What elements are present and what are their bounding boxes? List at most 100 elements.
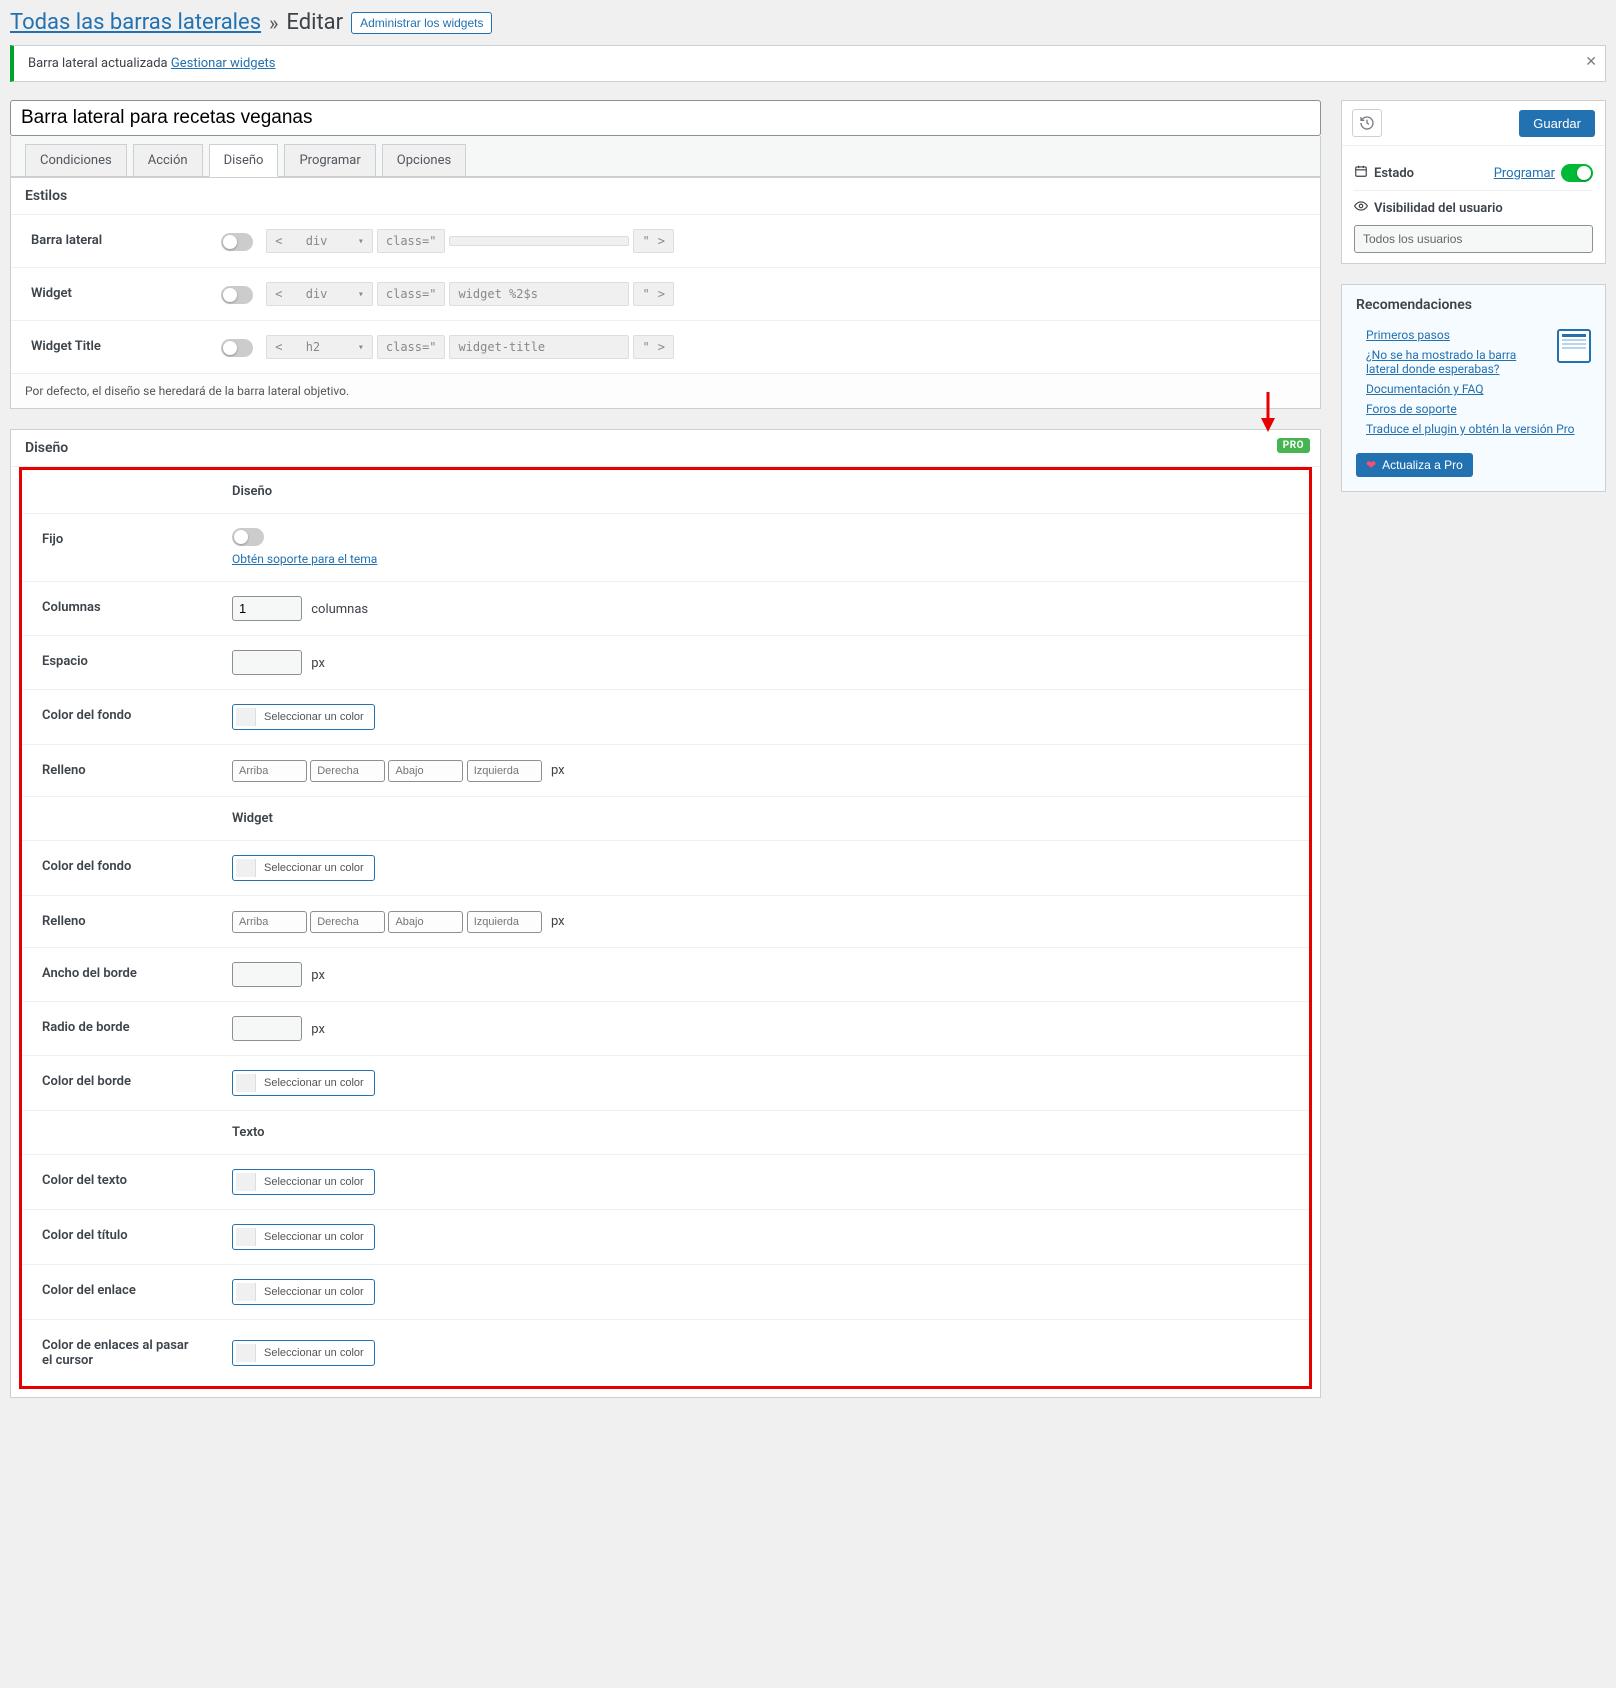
label-padding: Relleno <box>22 745 222 797</box>
columns-unit: columnas <box>311 602 368 617</box>
label-widget-padding: Relleno <box>22 896 222 948</box>
wpadding-bottom-input[interactable] <box>388 911 463 933</box>
label-link-hover-color: Color de enlaces al pasar el cursor <box>22 1320 222 1387</box>
pro-badge: PRO <box>1277 438 1310 453</box>
toggle-widget-title-style[interactable] <box>221 339 253 357</box>
styles-footer: Por defecto, el diseño se heredará de la… <box>11 373 1320 408</box>
bg-color-picker[interactable]: Seleccionar un color <box>232 704 375 730</box>
chevron-down-icon: ▾ <box>358 289 364 300</box>
label-title-color: Color del título <box>22 1210 222 1265</box>
label-link-color: Color del enlace <box>22 1265 222 1320</box>
tab-schedule[interactable]: Programar <box>284 144 375 176</box>
fixed-support-link[interactable]: Obtén soporte para el tema <box>232 552 377 566</box>
color-swatch-icon <box>236 859 256 877</box>
tab-action[interactable]: Acción <box>133 144 203 176</box>
widget-code: < div ▾ class=" widget %2$s "> <box>266 282 674 306</box>
history-icon[interactable] <box>1352 109 1382 137</box>
reco-first-steps[interactable]: Primeros pasos <box>1366 328 1450 342</box>
label-widget-bg: Color del fondo <box>22 841 222 896</box>
user-visibility-input[interactable] <box>1354 225 1593 253</box>
breadcrumb-sep: » <box>269 11 278 35</box>
label-border-radius: Radio de borde <box>22 1002 222 1056</box>
border-radius-input[interactable] <box>232 1016 302 1041</box>
toggle-fixed[interactable] <box>232 528 264 546</box>
styles-panel: Estilos Barra lateral < div ▾ class=" "> <box>10 178 1321 409</box>
widget-title-code: < h2 ▾ class=" widget-title "> <box>266 335 674 359</box>
close-icon[interactable]: ✕ <box>1585 54 1597 70</box>
upgrade-pro-button[interactable]: ❤ Actualiza a Pro <box>1356 453 1473 477</box>
padding-bottom-input[interactable] <box>388 760 463 782</box>
design-panel: Diseño PRO Diseño Fijo Obtén soporte par… <box>10 429 1321 1398</box>
padding-left-input[interactable] <box>467 760 542 782</box>
heart-icon: ❤ <box>1366 458 1376 472</box>
title-color-picker[interactable]: Seleccionar un color <box>232 1224 375 1250</box>
recommendations-box: Recomendaciones Primeros pasos ¿No se ha… <box>1341 284 1606 492</box>
breadcrumb-all-link[interactable]: Todas las barras laterales <box>10 10 261 35</box>
padding-top-input[interactable] <box>232 760 307 782</box>
manage-widgets-button[interactable]: Administrar los widgets <box>351 12 492 34</box>
reco-docs[interactable]: Documentación y FAQ <box>1366 382 1484 396</box>
breadcrumb: Todas las barras laterales » Editar Admi… <box>10 10 1606 35</box>
section-text: Texto <box>222 1111 1309 1155</box>
label-fixed: Fijo <box>22 514 222 582</box>
label-bg-color: Color del fondo <box>22 690 222 745</box>
columns-input[interactable] <box>232 596 302 621</box>
toggle-sidebar-style[interactable] <box>221 233 253 251</box>
wpadding-unit: px <box>551 914 565 929</box>
tab-design[interactable]: Diseño <box>209 144 279 177</box>
tab-options[interactable]: Opciones <box>382 144 466 176</box>
reco-title: Recomendaciones <box>1342 285 1605 325</box>
toggle-state[interactable] <box>1561 164 1593 182</box>
wpadding-top-input[interactable] <box>232 911 307 933</box>
save-button[interactable]: Guardar <box>1519 110 1595 137</box>
row-sidebar-label: Barra lateral <box>11 215 211 268</box>
label-spacing: Espacio <box>22 636 222 690</box>
wpadding-left-input[interactable] <box>467 911 542 933</box>
chevron-down-icon: ▾ <box>358 342 364 353</box>
link-hover-color-picker[interactable]: Seleccionar un color <box>232 1340 375 1366</box>
color-swatch-icon <box>236 1228 256 1246</box>
padding-unit: px <box>551 763 565 778</box>
row-widget-label: Widget <box>11 268 211 321</box>
color-swatch-icon <box>236 1283 256 1301</box>
spacing-input[interactable] <box>232 650 302 675</box>
publish-box: Guardar Estado Programar <box>1341 100 1606 264</box>
tab-conditions[interactable]: Condiciones <box>25 144 127 176</box>
reco-translate[interactable]: Traduce el plugin y obtén la versión Pro <box>1366 422 1575 436</box>
label-border-width: Ancho del borde <box>22 948 222 1002</box>
state-label: Estado <box>1374 166 1414 181</box>
label-text-color: Color del texto <box>22 1155 222 1210</box>
link-color-picker[interactable]: Seleccionar un color <box>232 1279 375 1305</box>
color-swatch-icon <box>236 1074 256 1092</box>
calendar-icon <box>1354 164 1368 182</box>
arrow-annotation-icon <box>1256 388 1280 432</box>
reco-forums[interactable]: Foros de soporte <box>1366 402 1457 416</box>
section-widget: Widget <box>222 797 1309 841</box>
text-color-picker[interactable]: Seleccionar un color <box>232 1169 375 1195</box>
notice-text: Barra lateral actualizada <box>28 56 171 71</box>
chevron-down-icon: ▾ <box>358 236 364 247</box>
wpadding-right-input[interactable] <box>310 911 385 933</box>
color-swatch-icon <box>236 1173 256 1191</box>
schedule-link[interactable]: Programar <box>1494 166 1555 181</box>
eye-icon <box>1354 199 1368 217</box>
border-radius-unit: px <box>311 1022 325 1037</box>
label-border-color: Color del borde <box>22 1056 222 1111</box>
design-header: Diseño PRO <box>11 430 1320 467</box>
visibility-label: Visibilidad del usuario <box>1374 201 1503 216</box>
sidebar-code: < div ▾ class=" "> <box>266 229 674 253</box>
breadcrumb-current: Editar <box>286 10 343 35</box>
toggle-widget-style[interactable] <box>221 286 253 304</box>
sidebar-title-input[interactable] <box>10 100 1321 136</box>
padding-right-input[interactable] <box>310 760 385 782</box>
widget-bg-color-picker[interactable]: Seleccionar un color <box>232 855 375 881</box>
reco-not-shown[interactable]: ¿No se ha mostrado la barra lateral dond… <box>1366 348 1516 376</box>
border-color-picker[interactable]: Seleccionar un color <box>232 1070 375 1096</box>
spacing-unit: px <box>311 656 325 671</box>
styles-header: Estilos <box>11 178 1320 215</box>
border-width-input[interactable] <box>232 962 302 987</box>
color-swatch-icon <box>236 708 256 726</box>
notice-manage-link[interactable]: Gestionar widgets <box>171 56 276 71</box>
design-highlight: Diseño Fijo Obtén soporte para el tema C… <box>19 467 1312 1389</box>
label-columns: Columnas <box>22 582 222 636</box>
